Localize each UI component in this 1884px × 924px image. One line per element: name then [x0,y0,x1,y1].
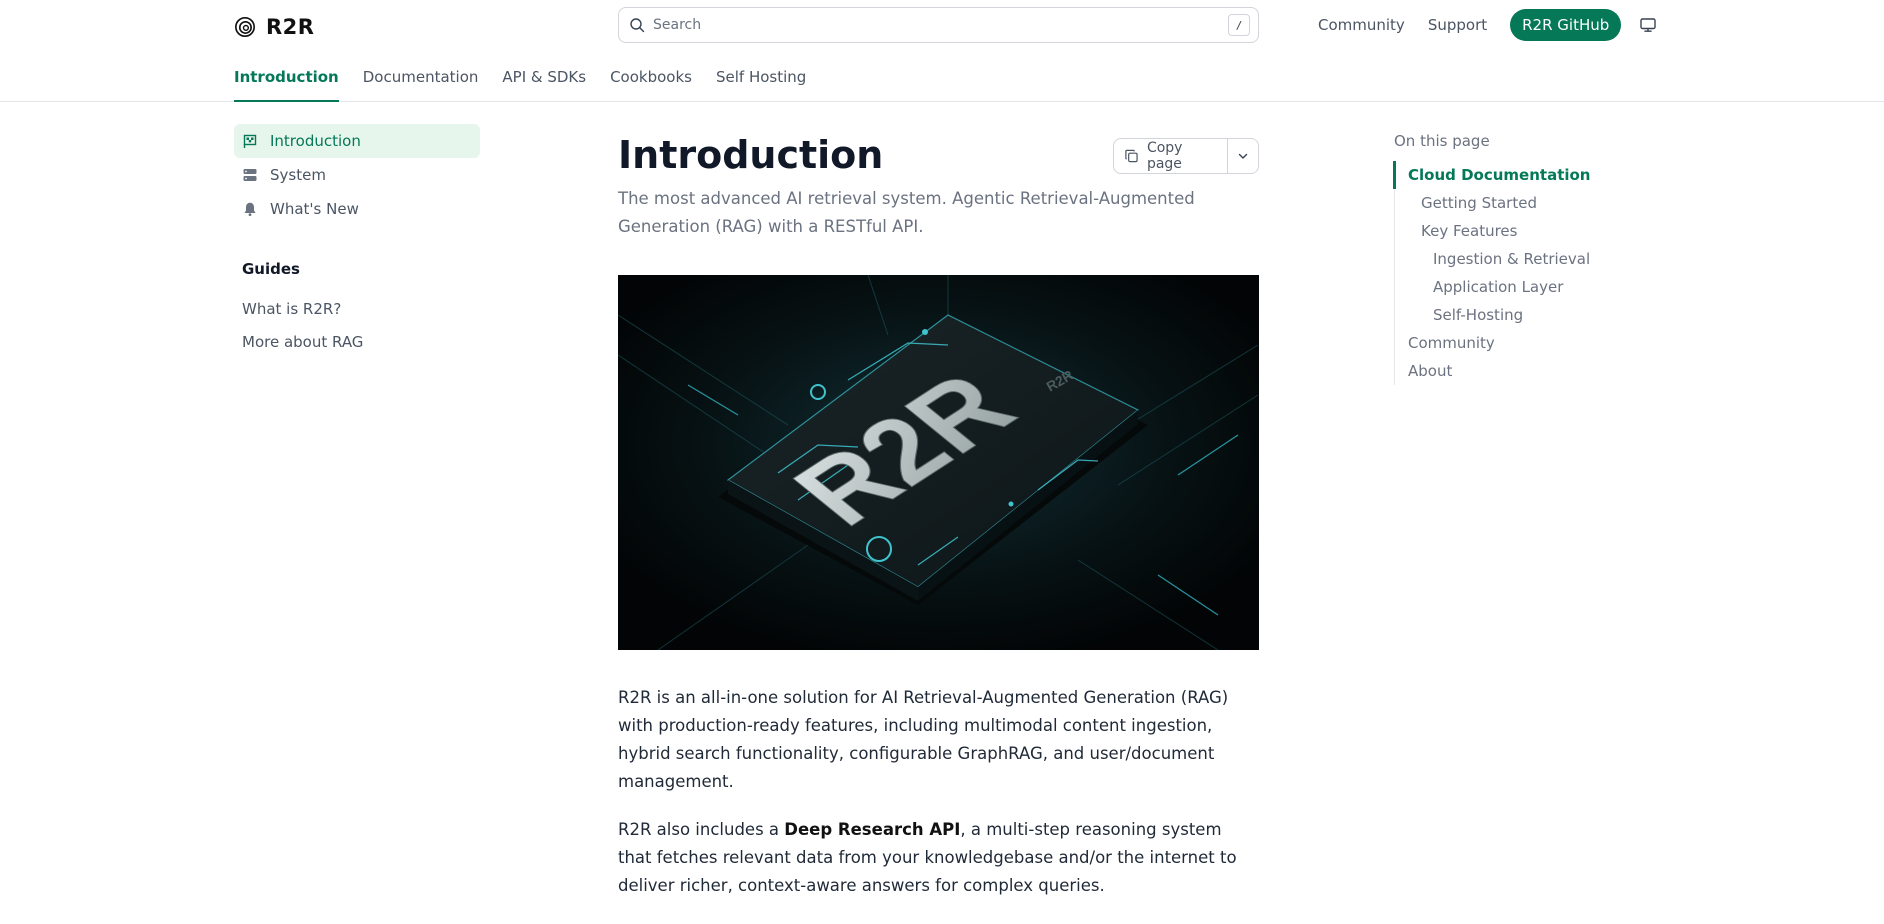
hero-image: R2R R2R [618,275,1259,650]
top-header: R2R / Community Support R2R GitHub Intro… [0,0,1884,102]
section-tabs: Introduction Documentation API & SDKs Co… [234,60,830,102]
r2r-logo-icon [235,17,255,37]
sidebar-item-label: What's New [270,200,359,218]
page-subtitle: The most advanced AI retrieval system. A… [618,189,1195,236]
tab-introduction[interactable]: Introduction [234,60,339,102]
intro-paragraph: R2R is an all-in-one solution for AI Ret… [618,688,1229,791]
sidebar-item-label: System [270,166,326,184]
server-icon [243,169,257,181]
sidebar-item-more-about-rag[interactable]: More about RAG [234,325,480,358]
toc-item-ingestion-retrieval[interactable]: Ingestion & Retrieval [1395,245,1624,273]
nav-link-support[interactable]: Support [1428,16,1487,34]
sidebar: Introduction System What's New Guides Wh… [234,124,480,358]
toc-item-application-layer[interactable]: Application Layer [1395,273,1624,301]
toc-item-getting-started[interactable]: Getting Started [1395,189,1624,217]
paragraph-text: R2R also includes a [618,820,785,839]
search-box[interactable]: / [618,7,1259,43]
toc-item-key-features[interactable]: Key Features [1395,217,1624,245]
copy-page-group: Copy page [1113,138,1259,174]
copy-options-dropdown[interactable] [1228,139,1258,173]
toc-list: Cloud Documentation Getting Started Key … [1393,161,1624,385]
toc-heading: On this page [1394,132,1490,150]
search-input[interactable] [653,17,1228,33]
brand-name: R2R [266,15,315,39]
bell-icon [244,202,256,216]
github-button[interactable]: R2R GitHub [1510,9,1622,41]
toc-item-about[interactable]: About [1395,357,1624,385]
deep-research-paragraph: R2R also includes a Deep Research API, a… [618,816,1259,900]
deep-research-emphasis: Deep Research API [784,820,961,839]
sidebar-item-what-is-r2r[interactable]: What is R2R? [234,292,480,325]
table-of-contents: On this page Cloud Documentation Getting… [1393,132,1624,385]
r2r-chip-illustration: R2R R2R [618,275,1259,650]
brand[interactable]: R2R [234,12,314,42]
toc-item-community[interactable]: Community [1395,329,1624,357]
top-nav: Community Support R2R GitHub [1318,9,1657,41]
tab-self-hosting[interactable]: Self Hosting [716,60,806,102]
chevron-down-icon [1238,153,1248,159]
copy-page-button[interactable]: Copy page [1114,139,1228,173]
sidebar-item-whats-new[interactable]: What's New [234,192,480,226]
flag-icon [243,134,257,148]
toc-item-cloud-documentation[interactable]: Cloud Documentation [1393,161,1624,189]
sidebar-section-heading: Guides [242,260,300,278]
search-icon [630,18,645,33]
copy-page-label: Copy page [1146,140,1183,172]
nav-link-community[interactable]: Community [1318,16,1405,34]
tab-api-sdks[interactable]: API & SDKs [502,60,586,102]
copy-icon [1125,149,1138,163]
monitor-icon[interactable] [1639,16,1657,34]
sidebar-item-introduction[interactable]: Introduction [234,124,480,158]
tab-documentation[interactable]: Documentation [363,60,479,102]
search-shortcut-badge: / [1228,14,1250,36]
tab-cookbooks[interactable]: Cookbooks [610,60,692,102]
sidebar-item-system[interactable]: System [234,158,480,192]
toc-item-self-hosting[interactable]: Self-Hosting [1395,301,1624,329]
main-content: Introduction Copy page The most advanced… [618,130,1259,924]
sidebar-item-label: Introduction [270,132,361,150]
